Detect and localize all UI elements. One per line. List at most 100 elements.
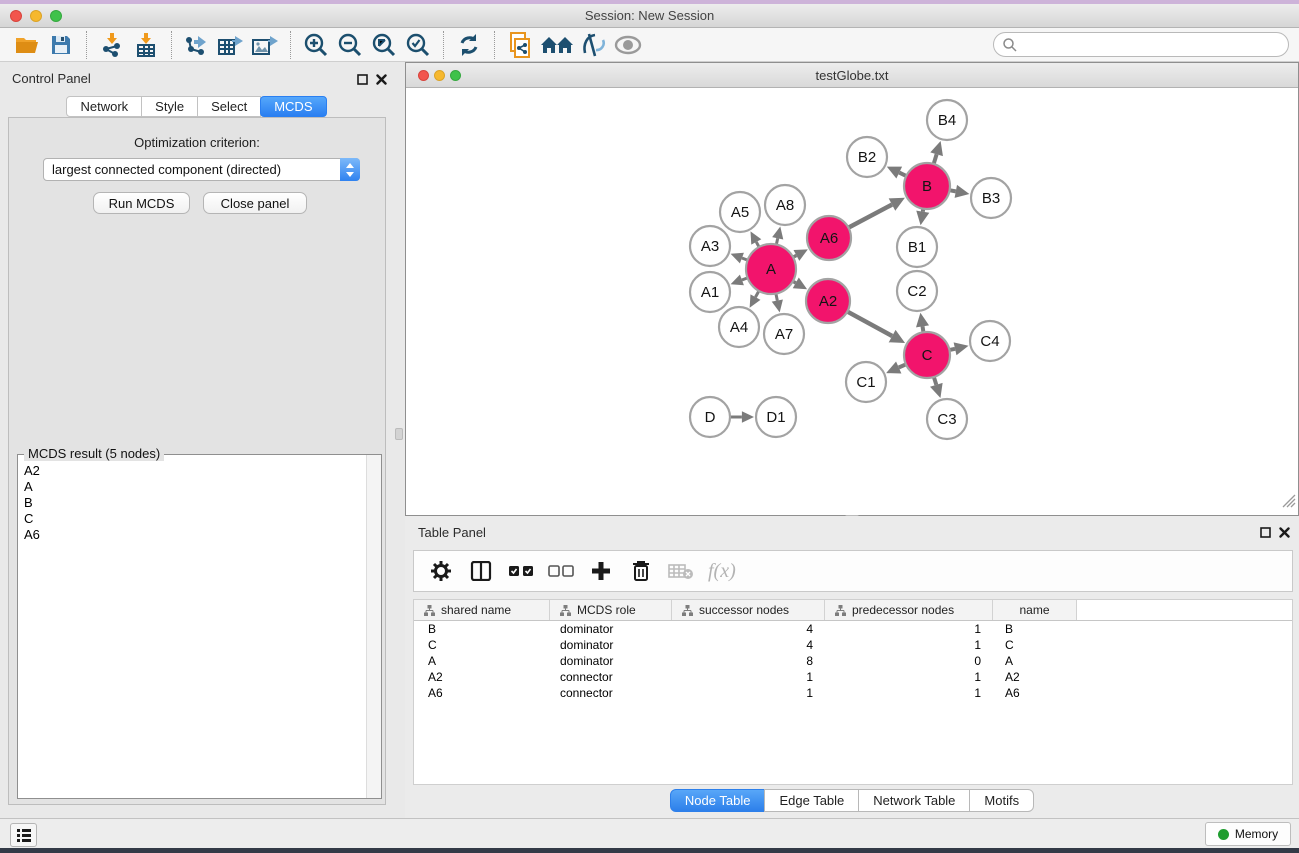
copy-style-icon[interactable] — [503, 30, 537, 60]
table-row[interactable]: Cdominator41C — [414, 637, 1292, 653]
export-table-icon[interactable] — [214, 30, 248, 60]
zoom-selected-icon[interactable] — [401, 30, 435, 60]
graph-node-C1[interactable]: C1 — [846, 362, 886, 402]
table-settings-gear-icon[interactable] — [428, 558, 454, 584]
tab-edge-table[interactable]: Edge Table — [764, 789, 859, 812]
graph-node-A5[interactable]: A5 — [720, 192, 760, 232]
graph-node-A4[interactable]: A4 — [719, 307, 759, 347]
graph-node-B2[interactable]: B2 — [847, 137, 887, 177]
graph-node-A1[interactable]: A1 — [690, 272, 730, 312]
table-cell[interactable]: B — [414, 621, 550, 637]
graph-node-D1[interactable]: D1 — [756, 397, 796, 437]
tab-mcds[interactable]: MCDS — [260, 96, 326, 117]
table-row[interactable]: A6connector11A6 — [414, 685, 1292, 701]
float-panel-icon[interactable] — [357, 72, 369, 84]
tab-select[interactable]: Select — [197, 96, 261, 117]
delete-column-icon[interactable] — [628, 558, 654, 584]
graph-node-B[interactable]: B — [904, 163, 950, 209]
node-table[interactable]: shared nameMCDS rolesuccessor nodesprede… — [413, 599, 1293, 785]
graph-node-A3[interactable]: A3 — [690, 226, 730, 266]
table-cell[interactable]: C — [414, 637, 550, 653]
table-cell[interactable]: 1 — [825, 669, 993, 685]
open-session-icon[interactable] — [10, 30, 44, 60]
graph-node-A[interactable]: A — [746, 244, 796, 294]
result-scrollbar[interactable] — [366, 455, 381, 798]
close-panel-icon[interactable] — [376, 72, 388, 84]
import-network-icon[interactable] — [95, 30, 129, 60]
table-row[interactable]: A2connector11A2 — [414, 669, 1292, 685]
column-header-successor-nodes[interactable]: successor nodes — [672, 600, 825, 620]
export-network-icon[interactable] — [180, 30, 214, 60]
table-cell[interactable]: 8 — [672, 653, 825, 669]
table-cell[interactable]: 1 — [825, 685, 993, 701]
zoom-fit-icon[interactable] — [367, 30, 401, 60]
tab-network[interactable]: Network — [66, 96, 142, 117]
annotations-icon[interactable] — [577, 30, 611, 60]
close-panel-button[interactable]: Close panel — [203, 192, 307, 214]
tab-network-table[interactable]: Network Table — [858, 789, 970, 812]
result-item[interactable]: A6 — [19, 527, 365, 543]
memory-button[interactable]: Memory — [1205, 822, 1291, 846]
column-layout-icon[interactable] — [468, 558, 494, 584]
criterion-dropdown[interactable]: largest connected component (directed) — [43, 158, 360, 181]
table-cell[interactable]: dominator — [550, 637, 672, 653]
tab-motifs[interactable]: Motifs — [969, 789, 1034, 812]
network-canvas[interactable]: AA1A2A3A4A5A6A7A8BB1B2B3B4CC1C2C3C4DD1 — [406, 88, 1298, 515]
table-cell[interactable]: 4 — [672, 637, 825, 653]
table-cell[interactable]: A6 — [993, 685, 1077, 701]
graph-node-C4[interactable]: C4 — [970, 321, 1010, 361]
import-table-icon[interactable] — [129, 30, 163, 60]
search-box[interactable] — [993, 32, 1289, 57]
table-cell[interactable]: 4 — [672, 621, 825, 637]
table-row[interactable]: Adominator80A — [414, 653, 1292, 669]
graph-edge-A2-C[interactable] — [846, 311, 892, 336]
graph-node-A2[interactable]: A2 — [806, 279, 850, 323]
table-cell[interactable]: C — [993, 637, 1077, 653]
result-item[interactable]: B — [19, 495, 365, 511]
resize-grip-icon[interactable] — [1282, 494, 1296, 513]
table-cell[interactable]: dominator — [550, 621, 672, 637]
column-header-name[interactable]: name — [993, 600, 1077, 620]
table-cell[interactable]: 1 — [672, 669, 825, 685]
table-cell[interactable]: 0 — [825, 653, 993, 669]
network-list-button[interactable] — [10, 823, 37, 847]
tab-node-table[interactable]: Node Table — [670, 789, 766, 812]
search-input[interactable] — [1022, 38, 1288, 52]
refresh-icon[interactable] — [452, 30, 486, 60]
column-header-predecessor-nodes[interactable]: predecessor nodes — [825, 600, 993, 620]
column-header-shared-name[interactable]: shared name — [414, 600, 550, 620]
graph-node-A6[interactable]: A6 — [807, 216, 851, 260]
table-cell[interactable]: A — [993, 653, 1077, 669]
graph-edge-A6-B[interactable] — [848, 205, 892, 229]
table-cell[interactable]: A6 — [414, 685, 550, 701]
table-cell[interactable]: A — [414, 653, 550, 669]
table-cell[interactable]: connector — [550, 669, 672, 685]
table-cell[interactable]: dominator — [550, 653, 672, 669]
table-cell[interactable]: A2 — [414, 669, 550, 685]
table-row[interactable]: Bdominator41B — [414, 621, 1292, 637]
result-item[interactable]: C — [19, 511, 365, 527]
table-cell[interactable]: 1 — [825, 621, 993, 637]
graph-node-C2[interactable]: C2 — [897, 271, 937, 311]
table-header-row[interactable]: shared nameMCDS rolesuccessor nodesprede… — [414, 600, 1292, 621]
graph-node-C[interactable]: C — [904, 332, 950, 378]
graph-node-B3[interactable]: B3 — [971, 178, 1011, 218]
hide-panels-eye-icon[interactable] — [611, 30, 645, 60]
result-item[interactable]: A — [19, 479, 365, 495]
table-cell[interactable]: connector — [550, 685, 672, 701]
vertical-splitter-handle[interactable] — [395, 428, 403, 440]
result-item[interactable]: A2 — [19, 463, 365, 479]
table-cell[interactable]: A2 — [993, 669, 1077, 685]
export-image-icon[interactable] — [248, 30, 282, 60]
column-header-mcds-role[interactable]: MCDS role — [550, 600, 672, 620]
zoom-in-icon[interactable] — [299, 30, 333, 60]
add-column-icon[interactable] — [588, 558, 614, 584]
home-icon[interactable] — [537, 30, 577, 60]
close-table-panel-icon[interactable] — [1279, 525, 1291, 537]
graph-node-A7[interactable]: A7 — [764, 314, 804, 354]
run-mcds-button[interactable]: Run MCDS — [93, 192, 190, 214]
tab-style[interactable]: Style — [141, 96, 198, 117]
graph-node-B4[interactable]: B4 — [927, 100, 967, 140]
graph-node-A8[interactable]: A8 — [765, 185, 805, 225]
table-cell[interactable]: 1 — [672, 685, 825, 701]
